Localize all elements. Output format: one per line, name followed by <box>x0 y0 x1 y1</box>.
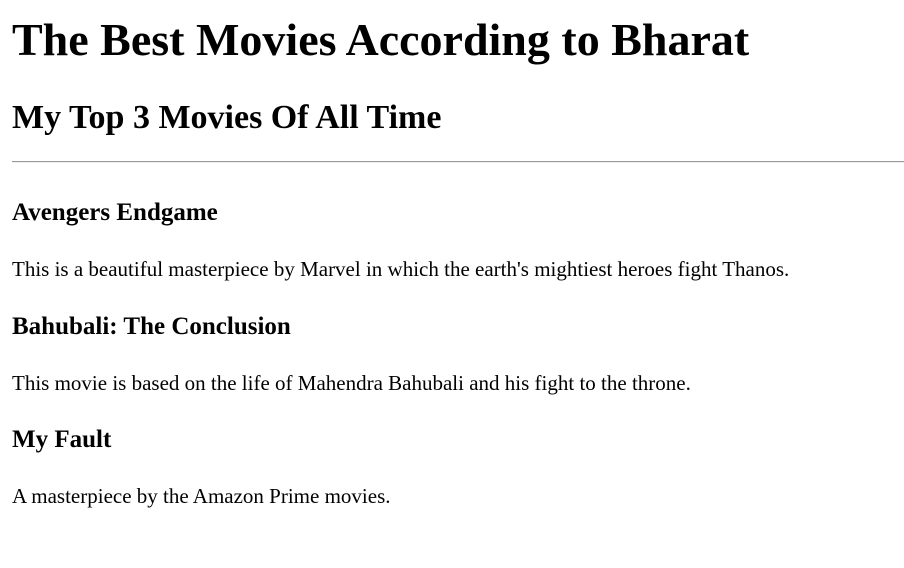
movie-title-my-fault: My Fault <box>12 426 112 453</box>
divider <box>12 161 904 163</box>
movie-description-avengers-endgame: This is a beautiful masterpiece by Marve… <box>12 257 790 281</box>
page-title: The Best Movies According to Bharat <box>12 14 750 65</box>
page-subtitle: My Top 3 Movies Of All Time <box>12 99 442 136</box>
movie-description-bahubali: This movie is based on the life of Mahen… <box>12 371 691 395</box>
movie-description-my-fault: A masterpiece by the Amazon Prime movies… <box>12 484 391 508</box>
movie-title-avengers-endgame: Avengers Endgame <box>12 199 218 226</box>
movie-title-bahubali: Bahubali: The Conclusion <box>12 313 291 340</box>
